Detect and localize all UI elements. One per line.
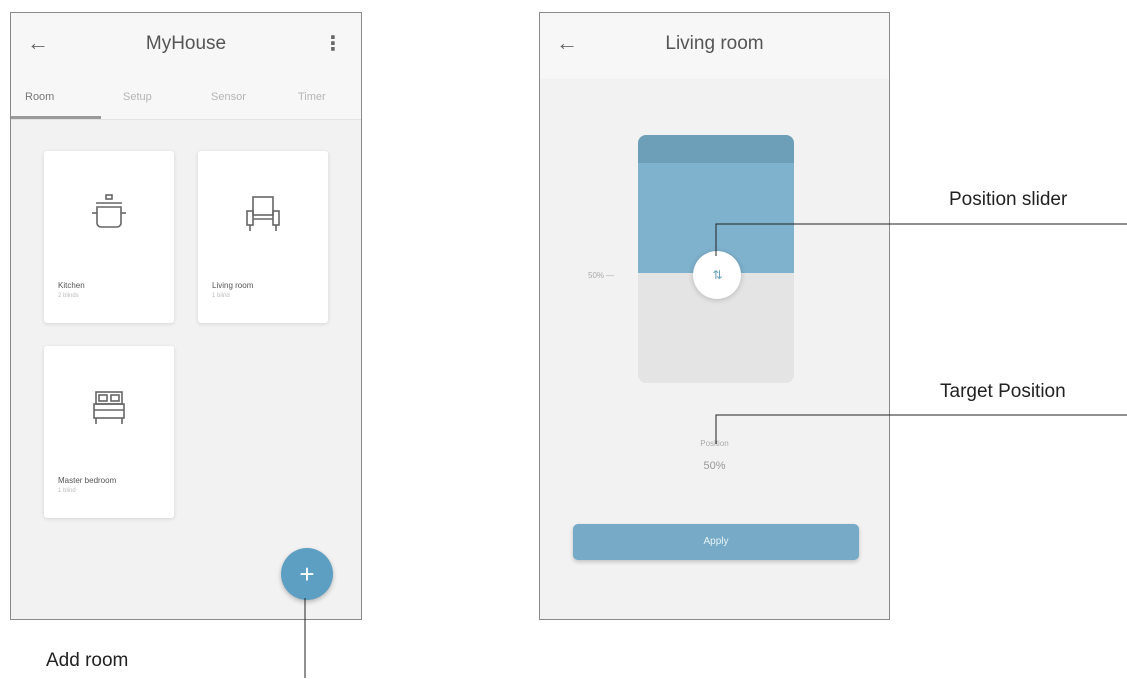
- page-title: Living room: [665, 33, 764, 54]
- app-bar: ← MyHouse ⋮: [11, 13, 361, 79]
- tab-room[interactable]: Room: [25, 91, 54, 103]
- target-position-label: Position: [700, 439, 729, 448]
- room-name: Kitchen: [58, 281, 85, 290]
- living-room-screen: ← Living room 50% — ⇅ Position 50% Apply: [539, 12, 890, 620]
- position-slider-knob[interactable]: ⇅: [693, 251, 741, 299]
- myhouse-screen: ← MyHouse ⋮ Room Setup Sensor Timer Kitc…: [10, 12, 362, 620]
- room-subtitle: 1 blind: [212, 293, 230, 299]
- room-name: Living room: [212, 281, 254, 290]
- callout-add-room: Add room: [46, 650, 129, 671]
- armchair-icon: [198, 189, 328, 239]
- bed-icon: [44, 384, 174, 434]
- more-menu-icon[interactable]: ⋮: [323, 31, 343, 56]
- tab-sensor[interactable]: Sensor: [211, 91, 246, 103]
- room-card-master-bedroom[interactable]: Master bedroom 1 blind: [44, 346, 174, 518]
- room-name: Master bedroom: [58, 476, 117, 485]
- tab-bar: Room Setup Sensor Timer: [11, 79, 361, 120]
- room-subtitle: 1 blind: [58, 488, 76, 494]
- app-bar: ← Living room: [540, 13, 889, 79]
- tab-setup[interactable]: Setup: [123, 91, 152, 103]
- pot-icon: [44, 189, 174, 239]
- callout-position-slider: Position slider: [949, 189, 1068, 210]
- page-title: MyHouse: [145, 33, 227, 54]
- position-label: 50% —: [588, 271, 615, 280]
- tab-indicator: [11, 116, 101, 119]
- room-subtitle: 2 blinds: [58, 293, 79, 299]
- apply-button[interactable]: Apply: [573, 524, 859, 560]
- callout-target-position: Target Position: [940, 381, 1066, 402]
- blind-header: [638, 135, 794, 163]
- drag-arrows-icon: ⇅: [712, 268, 722, 282]
- target-position-value: 50%: [703, 460, 726, 472]
- tab-timer[interactable]: Timer: [298, 91, 326, 103]
- room-card-living-room[interactable]: Living room 1 blind: [198, 151, 328, 323]
- room-card-kitchen[interactable]: Kitchen 2 blinds: [44, 151, 174, 323]
- add-room-button[interactable]: +: [281, 548, 333, 600]
